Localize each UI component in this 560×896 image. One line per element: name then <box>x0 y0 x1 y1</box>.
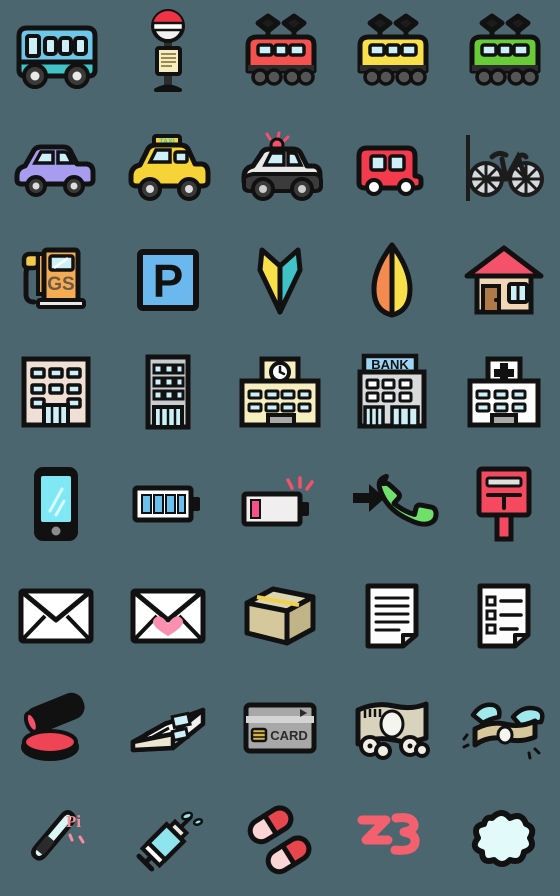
sticker-taxi[interactable]: TAXI Taxi <box>112 112 224 224</box>
sticker-post-box[interactable]: Post box <box>448 448 560 560</box>
sticker-love-letter[interactable]: Love letter <box>112 560 224 672</box>
sticker-gas-station[interactable]: GS Gas station pump <box>0 224 112 336</box>
sticker-school[interactable]: School with clock <box>224 336 336 448</box>
sticker-grid: Bus Bus stop sign <box>0 0 560 896</box>
fever-mark-text: Pi <box>66 812 81 831</box>
sticker-beginner-mark[interactable]: Beginner driver mark <box>224 224 336 336</box>
sticker-syringe[interactable]: Syringe <box>112 784 224 896</box>
sticker-battery-full[interactable]: Full battery <box>112 448 224 560</box>
sticker-office-tower[interactable]: Office tower <box>112 336 224 448</box>
sticker-train-green[interactable]: Green train car <box>448 0 560 112</box>
sticker-parking-sign[interactable]: P Parking sign <box>112 224 224 336</box>
sticker-capsules[interactable]: Capsule pills <box>224 784 336 896</box>
sleeping-zzz-mark <box>357 813 420 855</box>
sticker-train-yellow[interactable]: Yellow train car <box>336 0 448 112</box>
sticker-police-car[interactable]: Police car <box>224 112 336 224</box>
sticker-document[interactable]: Document <box>336 560 448 672</box>
sticker-bus[interactable]: Bus <box>0 0 112 112</box>
gas-station-label: GS <box>47 274 74 295</box>
sticker-bank-book[interactable]: Bank book <box>112 672 224 784</box>
sticker-thermometer[interactable]: Pi Thermometer <box>0 784 112 896</box>
sticker-house[interactable]: House <box>448 224 560 336</box>
sticker-battery-low[interactable]: Low battery <box>224 448 336 560</box>
sticker-bus-stop-sign[interactable]: Bus stop sign <box>112 0 224 112</box>
sticker-parcel-box[interactable]: Parcel box <box>224 560 336 672</box>
sticker-flying-money[interactable]: Money with wings <box>448 672 560 784</box>
sticker-credit-card[interactable]: CARD Credit card <box>224 672 336 784</box>
sticker-incoming-call[interactable]: Incoming call <box>336 448 448 560</box>
sticker-bank[interactable]: BANK Bank <box>336 336 448 448</box>
sticker-money[interactable]: Bank note and coins <box>336 672 448 784</box>
sticker-hospital[interactable]: Hospital <box>448 336 560 448</box>
sticker-fire-truck[interactable]: Red truck <box>336 112 448 224</box>
sticker-car-purple[interactable]: Purple car <box>0 112 112 224</box>
credit-card-label: CARD <box>270 728 308 743</box>
sticker-checklist[interactable]: Checklist <box>448 560 560 672</box>
sticker-smartphone[interactable]: Smartphone <box>0 448 112 560</box>
sticker-steam-puff[interactable]: Steam puff <box>448 784 560 896</box>
sticker-elderly-mark[interactable]: Elderly driver mark <box>336 224 448 336</box>
sticker-train-red[interactable]: Red train car <box>224 0 336 112</box>
sticker-apartment[interactable]: Apartment block <box>0 336 112 448</box>
sticker-parked-bicycle[interactable]: Bicycle by a pole <box>448 112 560 224</box>
parking-sign-label: P <box>153 255 184 307</box>
sticker-stamp-and-pad[interactable]: Stamp and ink pad <box>0 672 112 784</box>
sticker-envelope[interactable]: Envelope <box>0 560 112 672</box>
sticker-sleeping-mark[interactable]: Sleeping mark <box>336 784 448 896</box>
